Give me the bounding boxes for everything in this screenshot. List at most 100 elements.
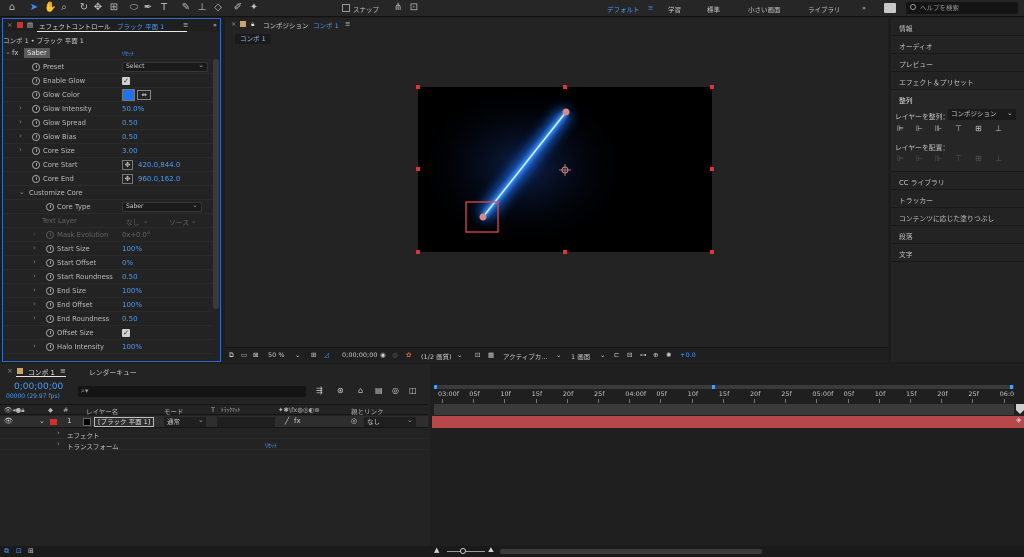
stopwatch-icon[interactable]: [32, 105, 40, 113]
distribute-right-icon[interactable]: ⊥: [995, 154, 1002, 163]
panel-effects-presets[interactable]: エフェクト＆プリセット: [891, 72, 1024, 90]
expand-chevron-icon[interactable]: ›: [57, 440, 60, 448]
transform-handle[interactable]: [563, 85, 567, 89]
layer-name-header[interactable]: レイヤー名: [86, 406, 118, 416]
work-area-bar[interactable]: [434, 385, 1014, 389]
stopwatch-icon[interactable]: [32, 133, 40, 141]
effect-reset-link[interactable]: ﾘｾｯﾄ: [122, 49, 134, 58]
transparency-grid-icon[interactable]: ▦: [488, 351, 494, 359]
end-offset-value[interactable]: 100%: [122, 301, 142, 309]
composition-viewer[interactable]: [416, 85, 714, 254]
panel-label[interactable]: 整列: [899, 95, 913, 105]
exposure-value[interactable]: +0.0: [680, 351, 696, 359]
start-offset-value[interactable]: 0%: [122, 259, 133, 267]
align-top-icon[interactable]: ⊤: [955, 124, 962, 133]
stopwatch-icon[interactable]: [46, 245, 54, 253]
distribute-top-icon[interactable]: ⊫: [897, 154, 904, 163]
stopwatch-icon[interactable]: [32, 91, 40, 99]
core-end-point[interactable]: [562, 108, 570, 116]
eraser-tool-icon[interactable]: ◇: [212, 2, 224, 14]
reset-exposure-icon[interactable]: ✺: [666, 351, 671, 359]
panel-paragraph[interactable]: 段落: [891, 226, 1024, 244]
glow-spread-value[interactable]: 0.50: [122, 119, 138, 127]
stopwatch-icon[interactable]: [32, 175, 40, 183]
flowchart-icon[interactable]: ⊶: [640, 351, 647, 359]
align-to-dropdown[interactable]: コンポジション: [948, 109, 1016, 120]
expand-chevron-icon[interactable]: ›: [33, 272, 36, 280]
stopwatch-icon[interactable]: [32, 147, 40, 155]
selection-tool-icon[interactable]: ➤: [28, 2, 40, 14]
composition-subtab[interactable]: コンポ 1: [235, 34, 271, 44]
expand-chevron-icon[interactable]: ›: [33, 314, 36, 322]
zoom-out-icon[interactable]: ▲: [434, 546, 439, 554]
align-right-icon[interactable]: ⊪: [935, 124, 942, 133]
stopwatch-icon[interactable]: [32, 119, 40, 127]
draft-3d-icon[interactable]: ⊛: [337, 386, 344, 395]
workspace-libraries[interactable]: ライブラリ: [808, 4, 841, 14]
core-start-value[interactable]: 420.0,844.0: [138, 161, 180, 169]
workspace-standard[interactable]: 標準: [707, 4, 720, 14]
effect-switch-icon[interactable]: fx: [294, 417, 301, 425]
timeline-timecode[interactable]: 0;00;00;00: [14, 382, 63, 392]
transform-handle[interactable]: [563, 250, 567, 254]
brush-tool-icon[interactable]: ✎: [180, 2, 192, 14]
align-left-icon[interactable]: ⊫: [897, 124, 904, 133]
timecode-display[interactable]: 0;00;00;00: [342, 351, 378, 359]
panel-audio[interactable]: オーディオ: [891, 36, 1024, 54]
panel-menu-icon[interactable]: ≡: [60, 367, 66, 375]
trackmatte-dropdown[interactable]: [217, 417, 275, 427]
search-help-toggle-icon[interactable]: [884, 3, 896, 13]
resolution-dropdown[interactable]: (1/2 画質): [421, 351, 452, 361]
home-icon[interactable]: ⌂: [6, 2, 18, 14]
zoom-in-icon[interactable]: ⛰: [488, 546, 494, 555]
show-snapshot-icon[interactable]: ◍: [392, 351, 398, 359]
monitor-icon[interactable]: ▭: [241, 351, 247, 359]
transform-handle[interactable]: [710, 250, 714, 254]
point-target-icon[interactable]: ✥: [122, 160, 133, 170]
render-queue-tab[interactable]: レンダーキュー: [89, 367, 137, 377]
timeline-scrollbar[interactable]: [500, 549, 762, 554]
glow-bias-value[interactable]: 0.50: [122, 133, 138, 141]
stopwatch-icon[interactable]: [46, 259, 54, 267]
puppet-pin-tool-icon[interactable]: ✦: [248, 2, 260, 14]
current-time-indicator[interactable]: [1016, 404, 1024, 414]
core-end-value[interactable]: 960.0,162.0: [138, 175, 180, 183]
color-channel-icon[interactable]: ✿: [406, 351, 411, 359]
panel-overflow-icon[interactable]: »: [213, 21, 217, 29]
core-size-value[interactable]: 3.00: [122, 147, 138, 155]
transform-handle[interactable]: [416, 250, 420, 254]
glow-intensity-value[interactable]: 50.0%: [122, 105, 144, 113]
stopwatch-icon[interactable]: [46, 273, 54, 281]
expand-chevron-icon[interactable]: ›: [19, 132, 22, 140]
offset-size-checkbox[interactable]: ✓: [122, 329, 130, 337]
panel-menu-icon[interactable]: ≡: [183, 21, 188, 29]
panel-info[interactable]: 情報: [891, 18, 1024, 36]
timeline-navigator[interactable]: [434, 404, 1014, 415]
halo-intensity-value[interactable]: 100%: [122, 343, 142, 351]
visibility-eye-icon[interactable]: 👁︎: [4, 417, 13, 425]
end-size-value[interactable]: 100%: [122, 287, 142, 295]
layer-row[interactable]: 👁︎ ⌄ 1 [ブラック 平面 1] 通常 ⌄ ╱ fx ◎ なし ⌄: [0, 416, 428, 428]
effect-controls-scrollbar[interactable]: [213, 59, 219, 309]
dropdown-arrow-icon[interactable]: ⌄: [1007, 109, 1013, 117]
in-out-toggle-icon[interactable]: ⊞: [28, 547, 34, 555]
distribute-left-icon[interactable]: ⊤: [955, 154, 962, 163]
timeline-link-icon[interactable]: ⊕: [653, 351, 658, 359]
dropdown-arrow-icon[interactable]: ⌄: [295, 351, 300, 359]
pan-behind-tool-icon[interactable]: ⊞: [108, 2, 120, 14]
start-roundness-value[interactable]: 0.50: [122, 273, 138, 281]
dropdown-arrow-icon[interactable]: ⌄: [457, 351, 462, 359]
timeline-track-area[interactable]: 03:00f 05f 10f 15f 20f 25f 04:00f 05f 10f 15f 20f 2…: [430, 364, 1024, 546]
end-roundness-value[interactable]: 0.50: [122, 315, 138, 323]
stopwatch-icon[interactable]: [46, 315, 54, 323]
type-tool-icon[interactable]: T: [158, 2, 170, 14]
workspace-small-screen[interactable]: 小さい画面: [748, 4, 781, 14]
transform-handle[interactable]: [710, 167, 714, 171]
always-preview-icon[interactable]: ⧉: [229, 351, 234, 360]
distribute-hcenter-icon[interactable]: ⊞: [975, 154, 982, 163]
group-label[interactable]: Customize Core: [29, 189, 83, 197]
expand-chevron-icon[interactable]: ›: [19, 146, 22, 154]
camera-tool-icon[interactable]: ✥: [92, 2, 104, 14]
enable-glow-checkbox[interactable]: ✓: [122, 77, 130, 85]
fast-previews-icon[interactable]: ⊡: [475, 351, 480, 359]
